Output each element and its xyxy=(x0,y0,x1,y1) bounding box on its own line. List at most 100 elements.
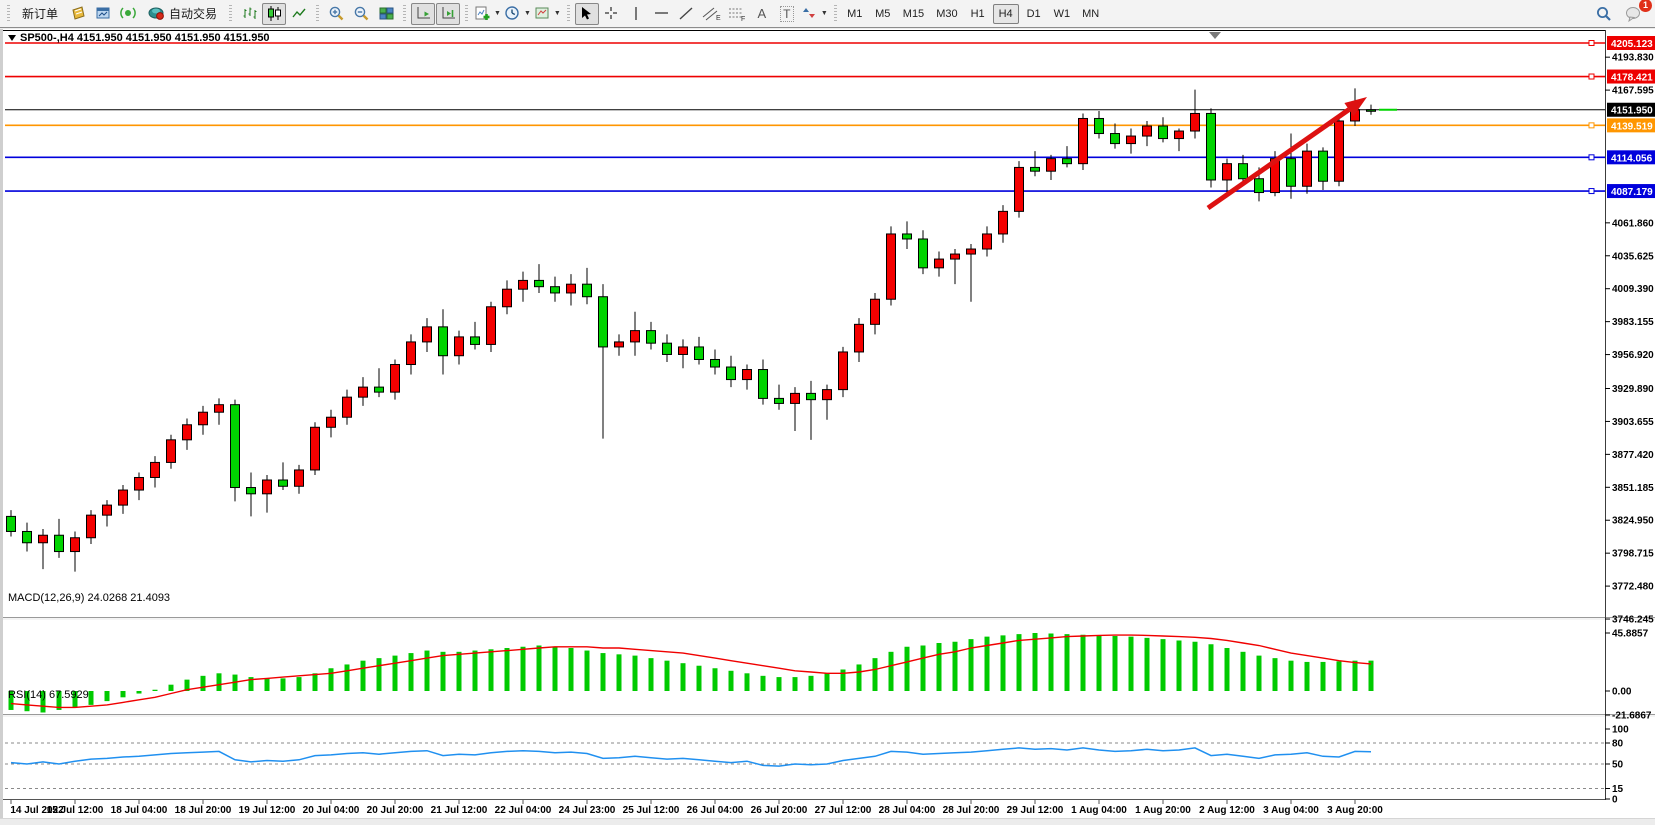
candle-body xyxy=(279,480,288,486)
timeframe-w1[interactable]: W1 xyxy=(1049,4,1076,24)
level-handle[interactable] xyxy=(1589,155,1594,160)
time-tick-label: 3 Aug 20:00 xyxy=(1327,805,1383,816)
autoscroll-icon[interactable] xyxy=(411,3,435,25)
cursor-icon[interactable] xyxy=(575,3,599,25)
zoom-out-icon[interactable] xyxy=(349,3,373,25)
time-tick-label: 24 Jul 23:00 xyxy=(559,805,616,816)
candle-body xyxy=(983,234,992,249)
candle-body xyxy=(7,516,16,531)
market-watch-icon[interactable] xyxy=(66,3,90,25)
candle-body xyxy=(39,535,48,543)
candle-body xyxy=(375,387,384,392)
arrows-icon[interactable]: ▼ xyxy=(800,3,829,25)
toolbar-grip xyxy=(403,5,406,23)
main-toolbar: 新订单 自动交易 ▼ ▼ xyxy=(0,0,1655,28)
new-order-button[interactable]: 新订单 xyxy=(15,3,65,25)
rsi-line xyxy=(11,748,1371,766)
chart-shift-marker[interactable] xyxy=(1209,32,1221,39)
candle-body xyxy=(775,398,784,403)
macd-pane xyxy=(11,633,1610,715)
candle-body xyxy=(823,390,832,400)
bar-chart-icon[interactable] xyxy=(237,3,261,25)
templates-icon[interactable]: ▼ xyxy=(533,3,562,25)
search-icon[interactable] xyxy=(1592,3,1616,25)
candle-body xyxy=(1207,113,1216,180)
price-tick-label: 3956.920 xyxy=(1612,350,1654,361)
candle-body xyxy=(327,417,336,427)
candle-body xyxy=(1223,164,1232,180)
equidistant-channel-icon[interactable]: E xyxy=(700,3,724,25)
price-tick-label: 4009.390 xyxy=(1612,284,1654,295)
candles-series xyxy=(7,88,1376,571)
candle-body xyxy=(903,234,912,239)
candle-body xyxy=(487,307,496,345)
autotrading-button[interactable]: 自动交易 xyxy=(141,3,224,25)
horizontal-line-icon[interactable] xyxy=(650,3,674,25)
candle-body xyxy=(615,342,624,347)
time-tick-label: 28 Jul 04:00 xyxy=(879,805,936,816)
notifications-icon[interactable]: 1 xyxy=(1622,3,1646,25)
periods-icon[interactable]: ▼ xyxy=(503,3,532,25)
timeframe-d1[interactable]: D1 xyxy=(1021,4,1047,24)
candle-body xyxy=(919,239,928,268)
chart-shift-icon[interactable] xyxy=(436,3,460,25)
chart-menu-toggle[interactable] xyxy=(8,35,16,41)
level-handle[interactable] xyxy=(1589,123,1594,128)
svg-text:4139.519: 4139.519 xyxy=(1611,121,1653,132)
timeframe-m15[interactable]: M15 xyxy=(898,4,929,24)
timeframe-m5[interactable]: M5 xyxy=(870,4,896,24)
text-icon[interactable]: A xyxy=(750,3,774,25)
level-handle[interactable] xyxy=(1589,41,1594,46)
level-handle[interactable] xyxy=(1589,74,1594,79)
line-chart-icon[interactable] xyxy=(287,3,311,25)
candle-body xyxy=(87,515,96,538)
candle-body xyxy=(1095,118,1104,133)
candle-body xyxy=(391,365,400,393)
candle-body xyxy=(151,462,160,477)
svg-text:4178.421: 4178.421 xyxy=(1611,73,1653,84)
signals-icon[interactable] xyxy=(116,3,140,25)
timeframe-m1[interactable]: M1 xyxy=(842,4,868,24)
toolbar-grip xyxy=(7,5,10,23)
candle-body xyxy=(439,327,448,356)
tile-windows-icon[interactable] xyxy=(374,3,398,25)
candlestick-chart-icon[interactable] xyxy=(262,3,286,25)
candle-body xyxy=(1319,151,1328,181)
candle-body xyxy=(503,289,512,307)
time-tick-label: 1 Aug 04:00 xyxy=(1071,805,1127,816)
vertical-line-icon[interactable] xyxy=(625,3,649,25)
time-tick-label: 19 Jul 12:00 xyxy=(239,805,296,816)
timeframe-m30[interactable]: M30 xyxy=(931,4,962,24)
svg-text:100: 100 xyxy=(1612,725,1629,736)
fibonacci-icon[interactable]: F xyxy=(725,3,749,25)
candle-body xyxy=(407,342,416,365)
price-tick-label: 3877.420 xyxy=(1612,450,1654,461)
candle-body xyxy=(231,405,240,488)
level-lines[interactable] xyxy=(5,41,1605,194)
terminal-window-icon[interactable] xyxy=(91,3,115,25)
text-tool-glyph: A xyxy=(758,6,767,21)
candle-body xyxy=(1143,126,1152,136)
toolbar-grip xyxy=(465,5,468,23)
zoom-in-icon[interactable] xyxy=(324,3,348,25)
price-chart-canvas[interactable]: 4193.8304167.5954061.8604035.6254009.390… xyxy=(3,29,1655,818)
price-tick-label: 3746.245 xyxy=(1612,615,1654,626)
timeframe-h1[interactable]: H1 xyxy=(965,4,991,24)
svg-text:4205.123: 4205.123 xyxy=(1611,39,1653,50)
candle-body xyxy=(215,405,224,413)
level-handle[interactable] xyxy=(1589,189,1594,194)
chart-window[interactable]: 4193.8304167.5954061.8604035.6254009.390… xyxy=(0,29,1655,818)
candle-body xyxy=(967,249,976,254)
trendline-icon[interactable] xyxy=(675,3,699,25)
timeframe-h4[interactable]: H4 xyxy=(993,4,1019,24)
text-label-icon[interactable]: T xyxy=(775,3,799,25)
indicators-icon[interactable]: ▼ xyxy=(473,3,502,25)
candle-body xyxy=(1255,179,1264,193)
candle-body xyxy=(423,327,432,342)
timeframe-mn[interactable]: MN xyxy=(1077,4,1104,24)
macd-indicator-label: MACD(12,26,9) 24.0268 21.4093 xyxy=(8,592,170,604)
candle-body xyxy=(743,370,752,380)
chevron-down-icon: ▼ xyxy=(524,10,531,17)
svg-text:4087.179: 4087.179 xyxy=(1611,187,1653,198)
crosshair-icon[interactable] xyxy=(600,3,624,25)
